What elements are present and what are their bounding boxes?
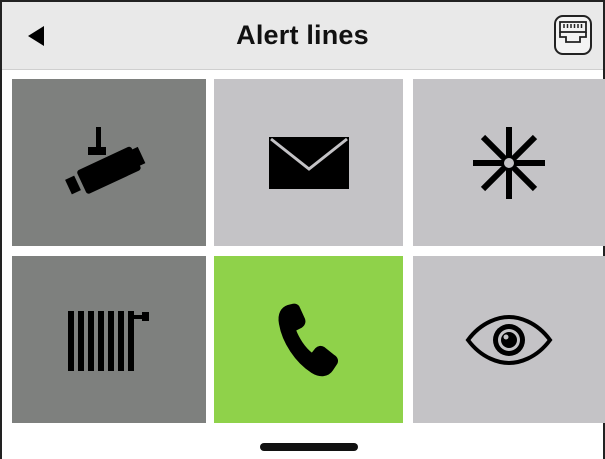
tile-security-camera[interactable]	[12, 79, 206, 246]
phone-icon	[278, 303, 338, 376]
radiator-icon	[68, 310, 149, 371]
network-port-icon	[554, 15, 592, 55]
home-indicator[interactable]	[260, 443, 358, 451]
security-camera-icon	[65, 126, 146, 194]
network-settings-button[interactable]	[553, 14, 593, 56]
header-bar: Alert lines	[2, 0, 603, 70]
alert-line-grid	[12, 79, 605, 423]
tile-eye[interactable]	[413, 256, 605, 423]
asterisk-icon	[473, 126, 545, 199]
tile-phone[interactable]	[214, 256, 403, 423]
tile-radiator[interactable]	[12, 256, 206, 423]
tile-email[interactable]	[214, 79, 403, 246]
eye-icon	[465, 314, 553, 365]
page-title: Alert lines	[236, 20, 369, 50]
tile-asterisk[interactable]	[413, 79, 605, 246]
alert-lines-screen: Alert lines	[0, 0, 605, 459]
envelope-icon	[268, 136, 349, 189]
